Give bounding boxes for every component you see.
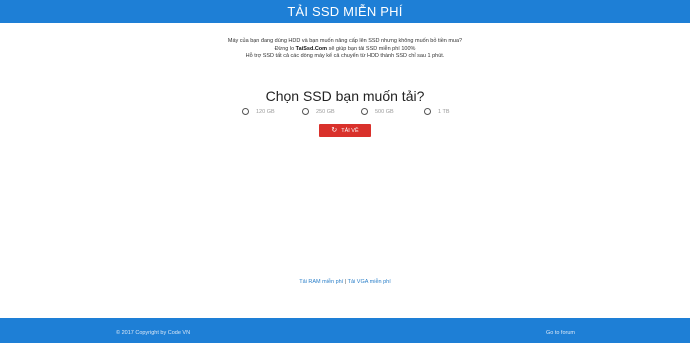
option-500gb[interactable]: 500 GB: [361, 108, 394, 115]
radio-120gb[interactable]: [242, 108, 249, 115]
radio-500gb[interactable]: [361, 108, 368, 115]
radio-250gb[interactable]: [302, 108, 309, 115]
option-label: 120 GB: [256, 108, 275, 115]
download-button[interactable]: ↻ TẢI VỀ: [319, 124, 371, 137]
intro-text: Máy của bạn đang dùng HDD và bạn muốn nâ…: [0, 38, 690, 61]
intro-line-2-suffix: sẽ giúp bạn tải SSD miễn phí 100%: [327, 45, 416, 52]
option-label: 500 GB: [375, 108, 394, 115]
radio-1tb[interactable]: [424, 108, 431, 115]
intro-line-3: Hỗ trợ SSD tất cả các dòng máy kể cả chu…: [245, 53, 445, 59]
download-button-label: TẢI VỀ: [341, 127, 359, 134]
option-1tb[interactable]: 1 TB: [424, 108, 450, 115]
copyright-text: © 2017 Copyright by Code VN: [116, 330, 191, 336]
page: TẢI SSD MIỄN PHÍ Máy của bạn đang dùng H…: [0, 0, 690, 343]
link-free-vga[interactable]: Tải VGA miễn phí: [348, 279, 391, 285]
intro-line-2-prefix: Đừng lo: [274, 45, 296, 52]
footer: © 2017 Copyright by Code VN Go to forum: [0, 318, 690, 343]
site-title: TẢI SSD MIỄN PHÍ: [287, 4, 403, 19]
ssd-options: 120 GB 250 GB 500 GB 1 TB: [0, 108, 690, 118]
option-label: 250 GB: [316, 108, 335, 115]
link-free-ram[interactable]: Tải RAM miễn phí: [299, 279, 343, 285]
intro-line-2: Đừng lo TaiSsd.Com sẽ giúp bạn tải SSD m…: [0, 46, 690, 54]
refresh-icon: ↻: [331, 127, 338, 134]
option-250gb[interactable]: 250 GB: [302, 108, 335, 115]
option-label: 1 TB: [438, 108, 450, 115]
question-heading: Chọn SSD bạn muốn tải?: [265, 88, 425, 104]
option-120gb[interactable]: 120 GB: [242, 108, 275, 115]
header-bar: TẢI SSD MIỄN PHÍ: [0, 0, 690, 23]
go-to-forum-link[interactable]: Go to forum: [546, 330, 575, 336]
intro-line-1: Máy của bạn đang dùng HDD và bạn muốn nâ…: [227, 38, 463, 44]
related-links: Tải RAM miễn phí | Tải VGA miễn phí: [0, 279, 690, 285]
brand-name: TaiSsd.Com: [295, 45, 328, 52]
